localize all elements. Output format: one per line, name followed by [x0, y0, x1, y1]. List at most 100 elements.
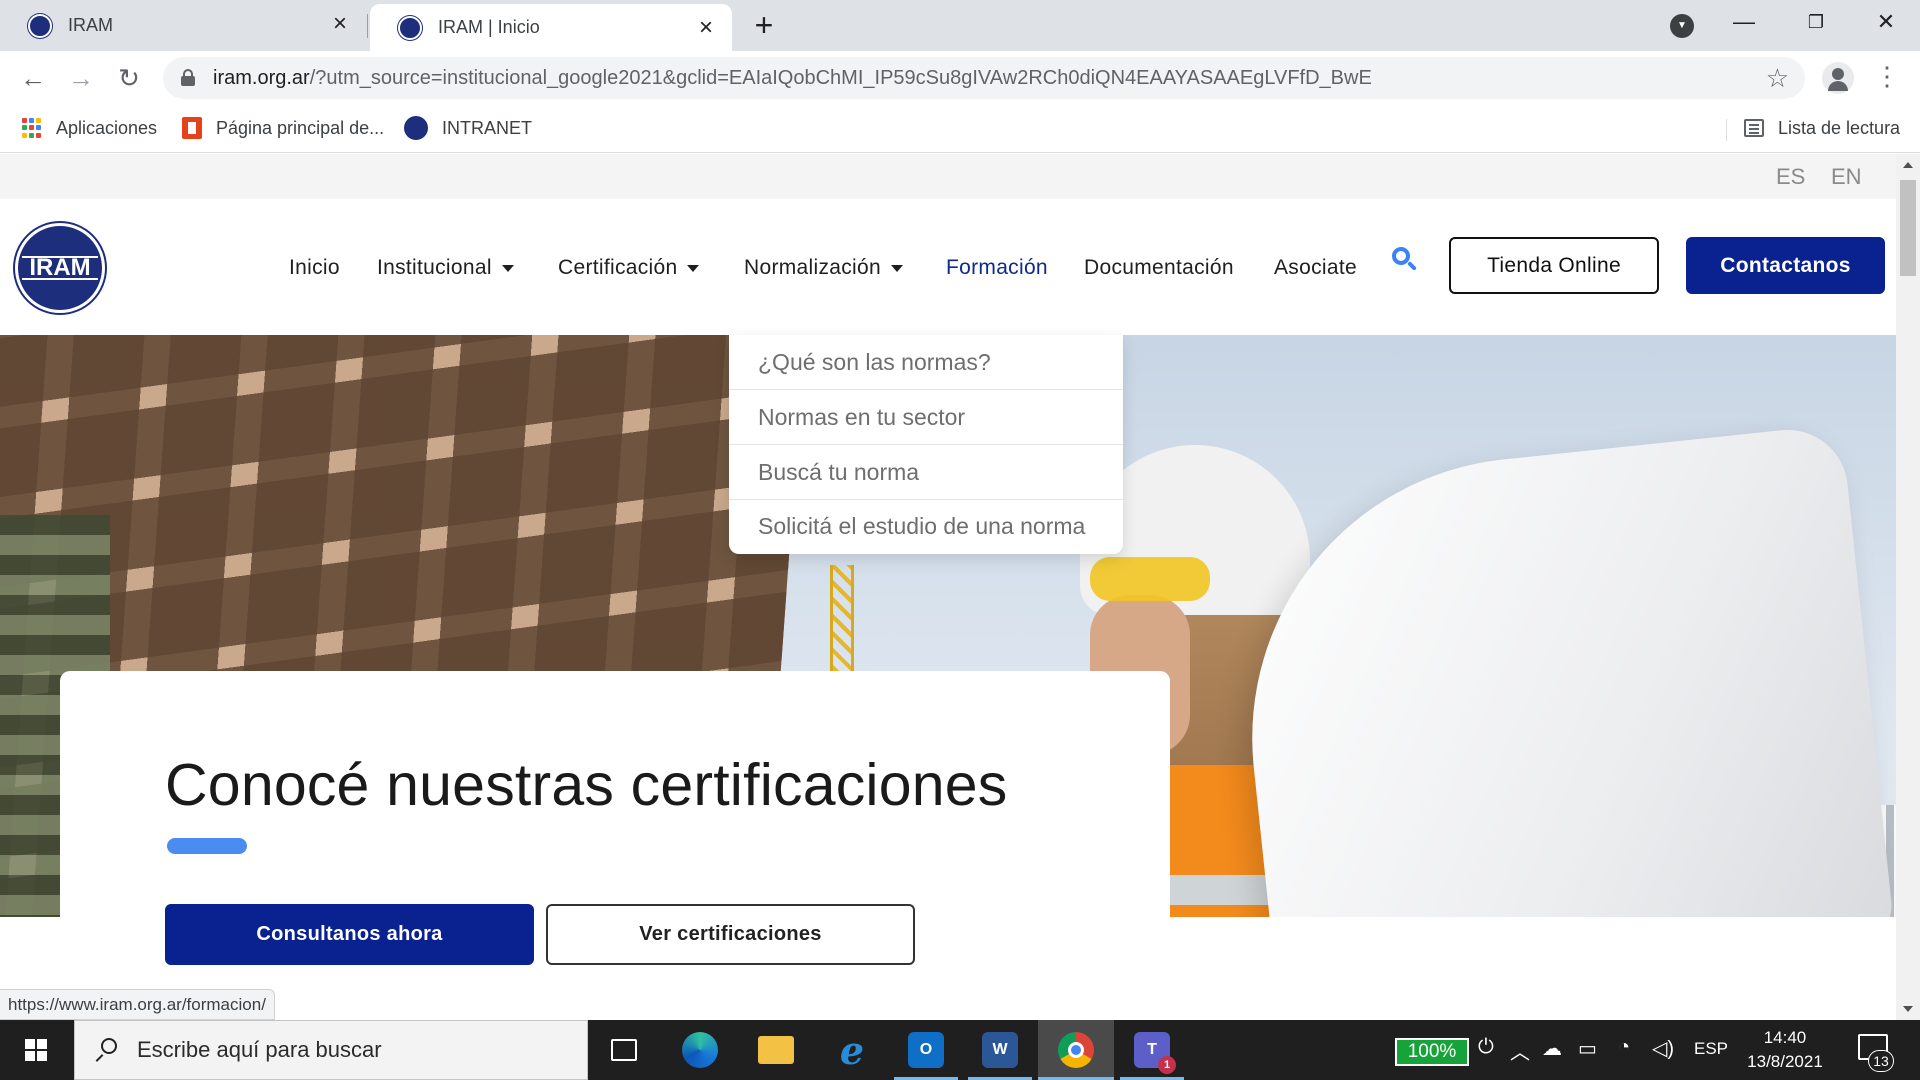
- contactanos-button[interactable]: Contactanos: [1686, 237, 1885, 294]
- consultanos-ahora-button[interactable]: Consultanos ahora: [165, 904, 534, 965]
- wifi-icon[interactable]: ◔: [1618, 1036, 1630, 1059]
- dropdown-item[interactable]: ¿Qué son las normas?: [729, 335, 1123, 390]
- scroll-up-icon[interactable]: [1903, 162, 1913, 168]
- nav-institucional[interactable]: Institucional: [377, 256, 514, 280]
- lock-icon[interactable]: [181, 69, 195, 86]
- chrome-taskbar-button[interactable]: [1038, 1020, 1114, 1080]
- address-bar[interactable]: iram.org.ar/?utm_source=institucional_go…: [163, 57, 1805, 99]
- tab-search-icon[interactable]: ▼: [1670, 14, 1694, 38]
- bookmark-apps[interactable]: Aplicaciones: [22, 115, 157, 141]
- search-icon: [95, 1038, 119, 1062]
- forward-icon[interactable]: →: [64, 61, 98, 95]
- dropdown-item[interactable]: Normas en tu sector: [729, 390, 1123, 445]
- bookmark-label: Aplicaciones: [56, 117, 158, 138]
- bookmark-intranet[interactable]: INTRANET: [404, 115, 532, 141]
- reading-list-button[interactable]: Lista de lectura: [1744, 115, 1900, 141]
- start-button[interactable]: [0, 1020, 72, 1080]
- taskbar-search-placeholder: Escribe aquí para buscar: [137, 1037, 382, 1062]
- battery-indicator[interactable]: 100%: [1395, 1038, 1469, 1066]
- language-bar: ES EN: [0, 154, 1896, 199]
- iram-favicon-icon: [404, 116, 428, 140]
- edge-taskbar-button[interactable]: [662, 1020, 738, 1080]
- office-icon: [182, 117, 202, 139]
- ver-certificaciones-button[interactable]: Ver certificaciones: [546, 904, 915, 965]
- close-tab-icon[interactable]: ×: [328, 12, 352, 37]
- close-window-icon[interactable]: ✕: [1866, 6, 1906, 38]
- teams-badge: 1: [1158, 1056, 1176, 1074]
- file-explorer-icon: [758, 1036, 794, 1064]
- word-icon: W: [982, 1032, 1018, 1068]
- tab-divider: [367, 14, 368, 38]
- system-clock[interactable]: 14:40 13/8/2021: [1740, 1026, 1830, 1074]
- browser-menu-icon[interactable]: ⋮: [1874, 61, 1900, 92]
- volume-icon[interactable]: ◁): [1652, 1036, 1674, 1061]
- reload-icon[interactable]: ↻: [112, 61, 146, 95]
- caret-down-icon: [687, 264, 700, 272]
- lang-en[interactable]: EN: [1831, 164, 1862, 190]
- scrollbar-thumb[interactable]: [1900, 180, 1916, 276]
- minimize-icon[interactable]: —: [1724, 6, 1764, 38]
- outlook-taskbar-button[interactable]: O: [888, 1020, 964, 1080]
- hero-title: Conocé nuestras certificaciones: [165, 752, 1008, 818]
- teams-taskbar-button[interactable]: T1: [1114, 1020, 1190, 1080]
- battery-icon[interactable]: ▭: [1578, 1036, 1597, 1061]
- nav-documentacion[interactable]: Documentación: [1084, 256, 1234, 280]
- url-path: /?utm_source=institucional_google2021&gc…: [309, 67, 1372, 89]
- nav-label: Institucional: [377, 256, 492, 279]
- tienda-online-button[interactable]: Tienda Online: [1449, 237, 1659, 294]
- site-header: IRAM Inicio Institucional Certificación …: [0, 199, 1896, 335]
- bookmark-label: Página principal de...: [216, 117, 385, 138]
- back-icon[interactable]: ←: [16, 61, 50, 95]
- bookmark-office[interactable]: Página principal de...: [182, 115, 384, 141]
- logo-text: IRAM: [29, 254, 91, 281]
- close-tab-icon[interactable]: ×: [694, 16, 718, 41]
- dropdown-item[interactable]: Solicitá el estudio de una norma: [729, 499, 1123, 554]
- nav-label: Certificación: [558, 256, 678, 279]
- windows-taskbar: Escribe aquí para buscar e O W T1 100% ⏻…: [0, 1020, 1920, 1080]
- new-tab-icon[interactable]: +: [748, 9, 780, 42]
- reading-list-label: Lista de lectura: [1778, 117, 1901, 138]
- nav-label: Normalización: [744, 256, 881, 279]
- taskbar-search-box[interactable]: Escribe aquí para buscar: [74, 1020, 588, 1080]
- nav-asociate[interactable]: Asociate: [1274, 256, 1357, 280]
- bookmarks-bar: Aplicaciones Página principal de... INTR…: [0, 105, 1920, 153]
- tab-title: IRAM | Inicio: [438, 17, 540, 37]
- power-plug-icon[interactable]: ⏻: [1478, 1036, 1494, 1059]
- show-hidden-icons-icon[interactable]: ︿: [1510, 1036, 1530, 1065]
- page-scrollbar[interactable]: [1896, 154, 1920, 1020]
- tab-iram-inicio[interactable]: IRAM | Inicio ×: [370, 4, 732, 51]
- normalizacion-dropdown: ¿Qué son las normas? Normas en tu sector…: [729, 335, 1123, 554]
- link-status-bubble: https://www.iram.org.ar/formacion/: [0, 989, 275, 1020]
- nav-normalizacion[interactable]: Normalización: [744, 256, 903, 280]
- nav-certificacion[interactable]: Certificación: [558, 256, 700, 280]
- hero-card: Conocé nuestras certificaciones Consulta…: [60, 671, 1170, 1020]
- restore-icon[interactable]: ❐: [1796, 6, 1836, 38]
- bookmark-label: INTRANET: [442, 117, 532, 138]
- onedrive-icon[interactable]: ☁: [1542, 1036, 1562, 1061]
- page-viewport: ES EN IRAM Inicio Institucional Certific…: [0, 154, 1896, 1020]
- chrome-icon: [1058, 1032, 1094, 1068]
- input-language[interactable]: ESP: [1694, 1039, 1728, 1059]
- iram-logo[interactable]: IRAM: [15, 223, 105, 313]
- apps-grid-icon: [22, 118, 42, 138]
- ie-taskbar-button[interactable]: e: [814, 1020, 890, 1080]
- task-view-button[interactable]: [586, 1020, 662, 1080]
- caret-down-icon: [890, 264, 903, 272]
- lang-es[interactable]: ES: [1776, 164, 1805, 190]
- hero-accent-bar: [167, 838, 247, 854]
- scroll-down-icon[interactable]: [1903, 1006, 1913, 1012]
- bookmark-star-icon[interactable]: ☆: [1766, 63, 1789, 94]
- url-text[interactable]: iram.org.ar/?utm_source=institucional_go…: [213, 67, 1372, 90]
- windows-logo-icon: [25, 1039, 47, 1061]
- nav-inicio[interactable]: Inicio: [289, 256, 340, 280]
- tab-iram[interactable]: IRAM ×: [0, 0, 366, 51]
- browser-toolbar: ← → ↻ iram.org.ar/?utm_source=institucio…: [0, 51, 1920, 105]
- dropdown-item[interactable]: Buscá tu norma: [729, 445, 1123, 500]
- site-search-icon[interactable]: [1392, 247, 1418, 273]
- tab-title: IRAM: [68, 15, 113, 35]
- file-explorer-taskbar-button[interactable]: [738, 1020, 814, 1080]
- word-taskbar-button[interactable]: W: [962, 1020, 1038, 1080]
- profile-avatar-icon[interactable]: [1822, 62, 1854, 94]
- nav-label: Documentación: [1084, 256, 1234, 279]
- nav-formacion[interactable]: Formación: [946, 256, 1048, 280]
